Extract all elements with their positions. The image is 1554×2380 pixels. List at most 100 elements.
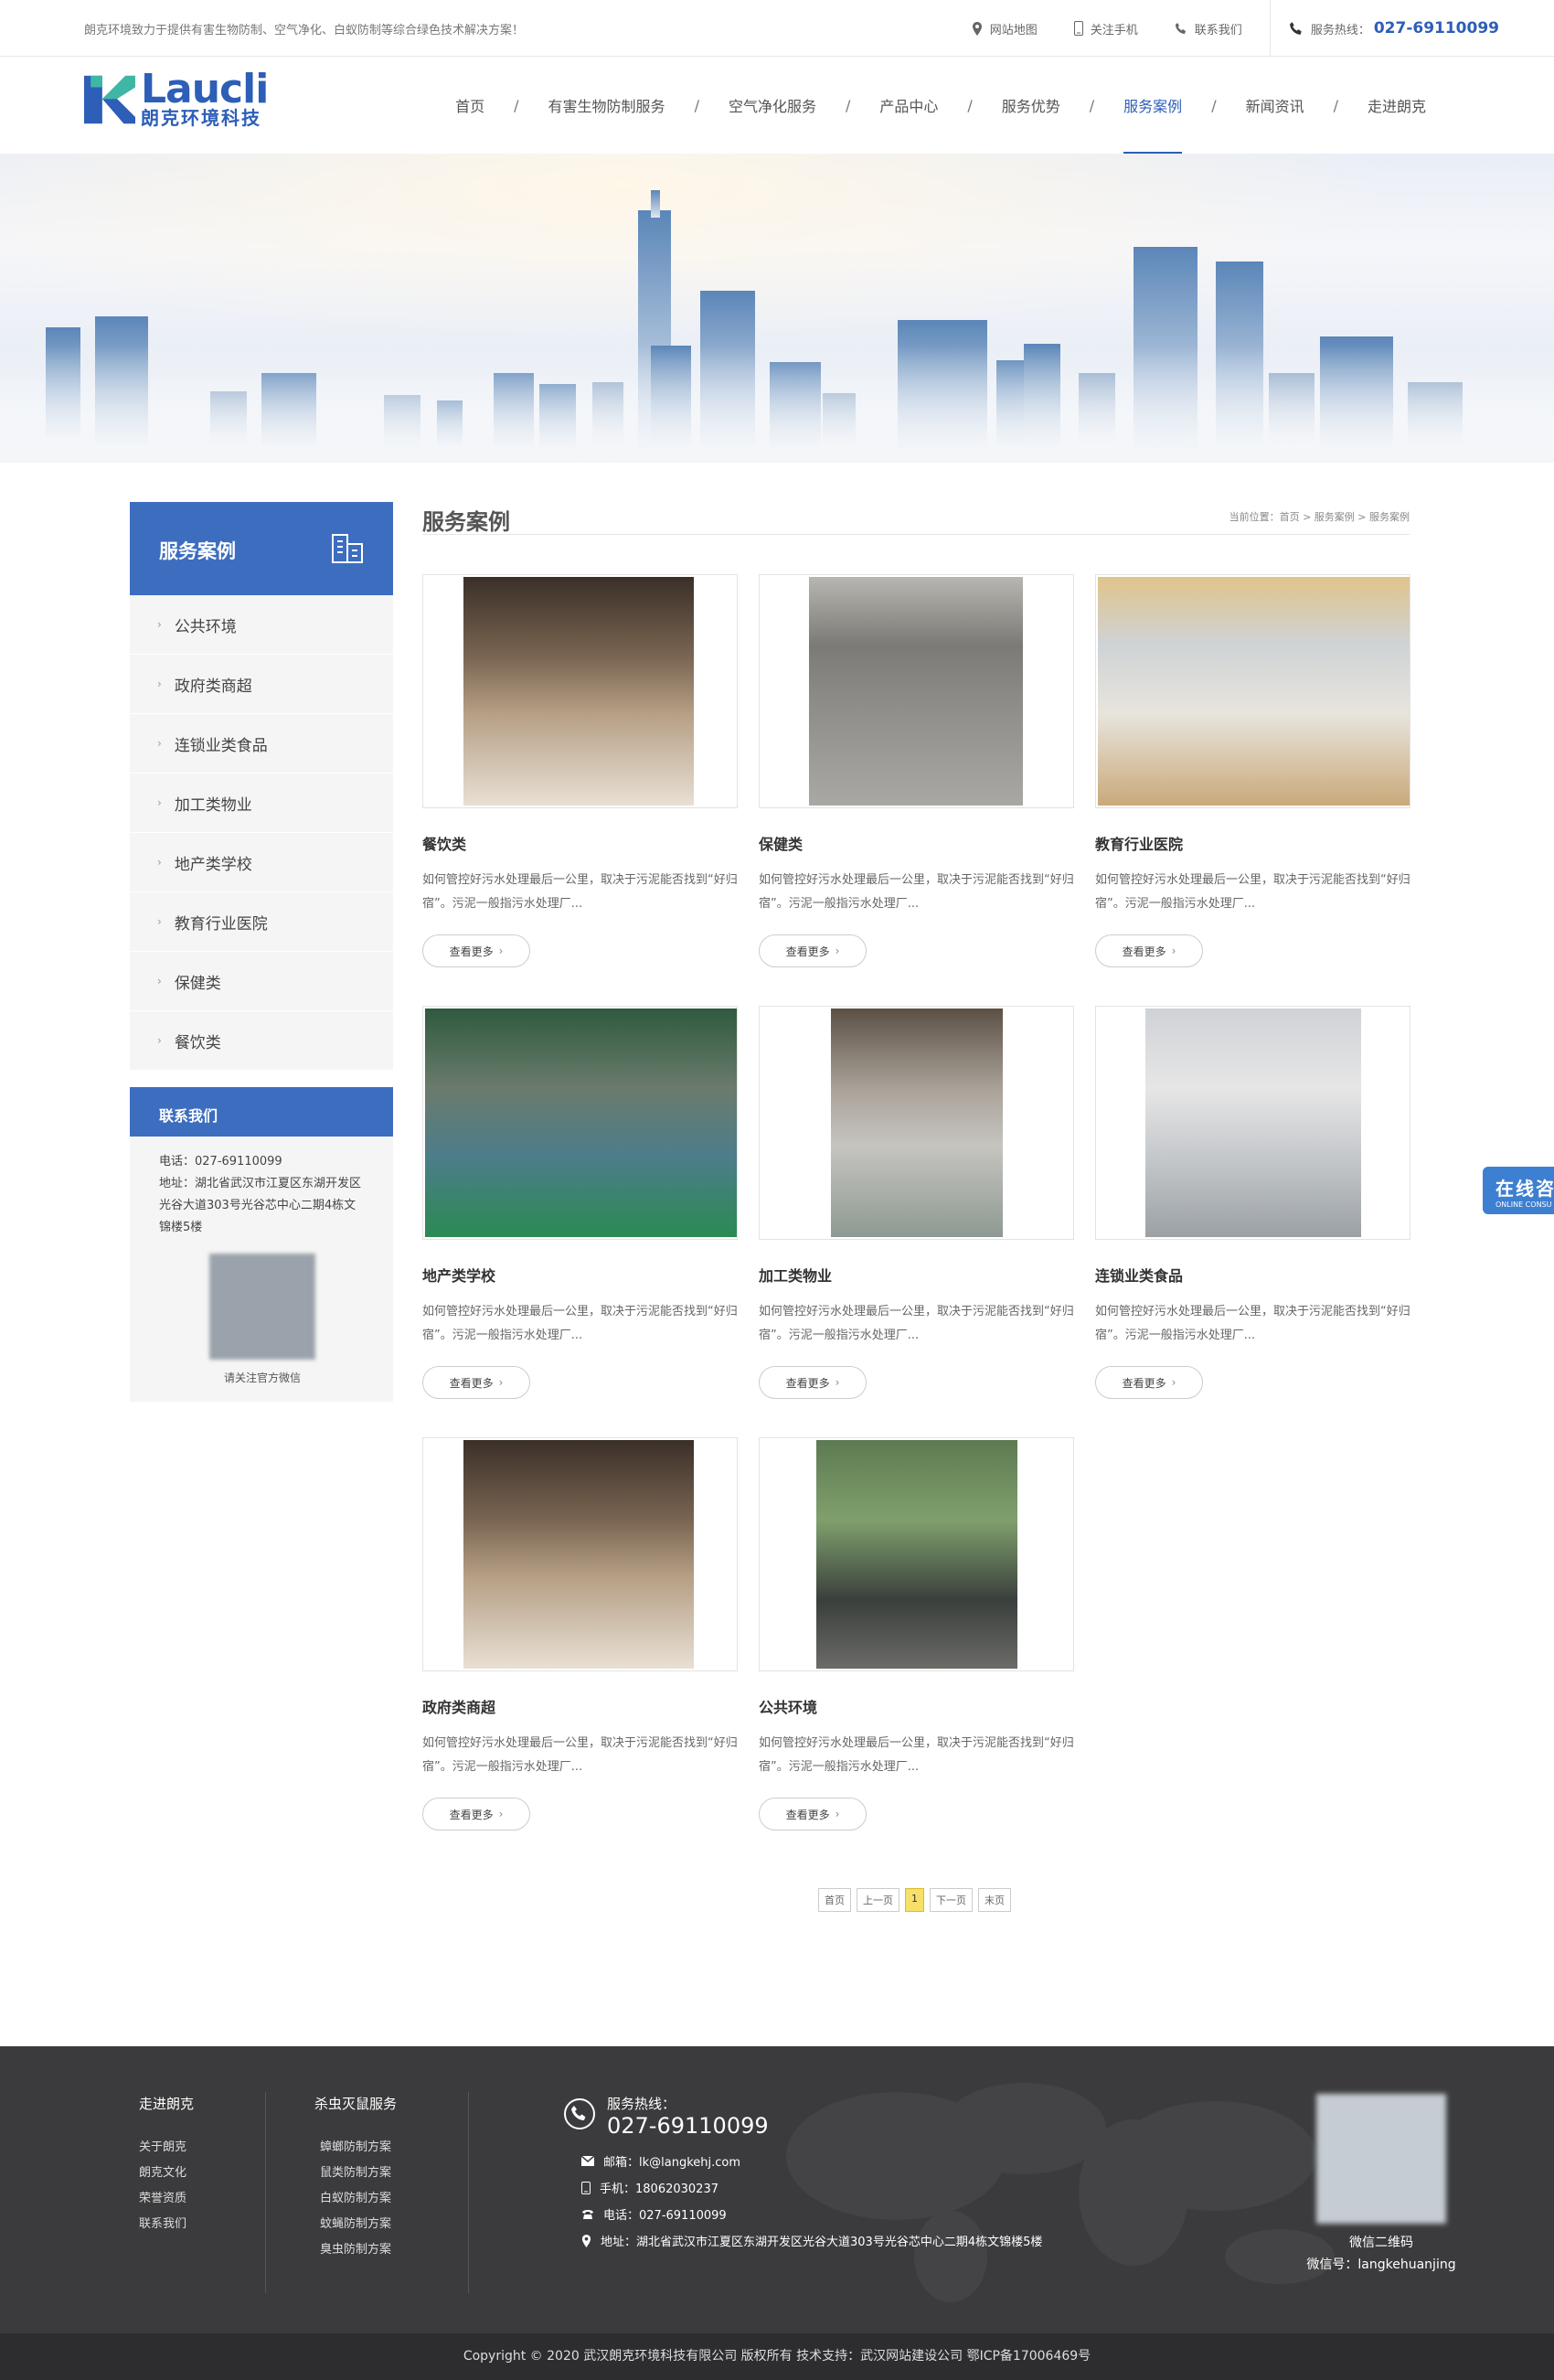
top-bar: 朗克环境致力于提供有害生物防制、空气净化、白蚁防制等综合绿色技术解决方案！ 网站… bbox=[0, 0, 1554, 57]
case-card[interactable]: 保健类 如何管控好污水处理最后一公里，取决于污泥能否找到“好归宿”。污泥一般指污水… bbox=[759, 574, 1074, 967]
view-more-button[interactable]: 查看更多 › bbox=[1095, 1366, 1203, 1399]
view-more-button[interactable]: 查看更多 › bbox=[422, 934, 530, 967]
case-image[interactable] bbox=[759, 1437, 1074, 1671]
case-image[interactable] bbox=[759, 574, 1074, 808]
nav-air-purification[interactable]: 空气净化服务 bbox=[729, 57, 816, 154]
case-card[interactable]: 教育行业医院如何管控好污水处理最后一公里，取决于污泥能否找到“好归宿”。污泥一般… bbox=[1095, 574, 1410, 967]
nav-home[interactable]: 首页 bbox=[455, 57, 484, 154]
footer-link[interactable]: 联系我们 bbox=[139, 2212, 194, 2237]
footer-col-pest: 杀虫灭鼠服务 蟑螂防制方案 鼠类防制方案 白蚁防制方案 蚊蝇防制方案 臭虫防制方… bbox=[314, 2094, 397, 2263]
phone-icon bbox=[581, 2181, 591, 2194]
view-more-button[interactable]: 查看更多 › bbox=[422, 1366, 530, 1399]
sidebar-item-school[interactable]: › 地产类学校 bbox=[130, 833, 393, 892]
case-card[interactable]: 加工类物业 如何管控好污水处理最后一公里，取决于污泥能否找到“好归宿”。污泥一般指… bbox=[759, 1006, 1074, 1399]
chevron-right-icon: › bbox=[498, 1808, 504, 1820]
footer-col-title: 走进朗克 bbox=[139, 2096, 195, 2112]
view-more-label: 查看更多 bbox=[785, 1376, 830, 1390]
logo[interactable]: Laucli 朗克环境科技 bbox=[84, 69, 269, 128]
case-image[interactable] bbox=[422, 574, 738, 808]
view-more-button[interactable]: 查看更多 › bbox=[759, 934, 867, 967]
telephone-icon bbox=[582, 2209, 593, 2219]
case-title[interactable]: 教育行业医院 bbox=[1095, 832, 1183, 854]
chevron-right-icon: › bbox=[157, 618, 162, 631]
sidebar-item-health[interactable]: › 保健类 bbox=[130, 952, 393, 1011]
footer-link[interactable]: 白蚁防制方案 bbox=[314, 2186, 397, 2212]
sidebar-item-processing[interactable]: › 加工类物业 bbox=[130, 774, 393, 833]
case-title[interactable]: 加工类物业 bbox=[759, 1264, 832, 1286]
footer-qr-caption: 微信二维码 bbox=[1349, 2236, 1413, 2250]
chevron-right-icon: › bbox=[498, 1376, 504, 1389]
city-skyline-image bbox=[0, 154, 1554, 463]
nav-cases[interactable]: 服务案例 bbox=[1123, 57, 1183, 154]
case-image[interactable] bbox=[1095, 1006, 1410, 1240]
slogan: 朗克环境致力于提供有害生物防制、空气净化、白蚁防制等综合绿色技术解决方案！ bbox=[84, 24, 525, 37]
case-image[interactable] bbox=[1095, 574, 1410, 808]
divider bbox=[265, 2092, 266, 2293]
mobile-link[interactable]: 关注手机 bbox=[1073, 20, 1138, 37]
chevron-right-icon: › bbox=[157, 796, 162, 809]
sitemap-link[interactable]: 网站地图 bbox=[972, 20, 1038, 37]
sidebar-item-hospital[interactable]: › 教育行业医院 bbox=[130, 892, 393, 952]
view-more-button[interactable]: 查看更多 › bbox=[759, 1366, 867, 1399]
footer-hotline-number: 027-69110099 bbox=[607, 2113, 769, 2139]
case-title[interactable]: 保健类 bbox=[759, 832, 803, 854]
sidebar-item-government[interactable]: › 政府类商超 bbox=[130, 655, 393, 714]
case-title[interactable]: 地产类学校 bbox=[422, 1264, 495, 1286]
case-card[interactable]: 连锁业类食品 如何管控好污水处理最后一公里，取决于污泥能否找到“好归宿”。污泥一般… bbox=[1095, 1006, 1410, 1399]
case-image[interactable] bbox=[422, 1437, 738, 1671]
page-current[interactable]: 1 bbox=[905, 1888, 924, 1912]
nav-news[interactable]: 新闻资讯 bbox=[1246, 57, 1304, 154]
page-last[interactable]: 末页 bbox=[978, 1888, 1011, 1912]
view-more-button[interactable]: 查看更多 › bbox=[1095, 934, 1203, 967]
case-image[interactable] bbox=[422, 1006, 738, 1240]
page-title: 服务案例 bbox=[422, 509, 510, 535]
nav-advantages[interactable]: 服务优势 bbox=[1002, 57, 1060, 154]
case-title[interactable]: 公共环境 bbox=[759, 1695, 817, 1717]
nav-pest-control[interactable]: 有害生物防制服务 bbox=[548, 57, 665, 154]
sidebar-item-catering[interactable]: › 餐饮类 bbox=[130, 1011, 393, 1071]
footer-link[interactable]: 朗克文化 bbox=[139, 2161, 194, 2186]
contact-link[interactable]: 联系我们 bbox=[1175, 20, 1242, 37]
footer-hotline: 服务热线： 027-69110099 bbox=[563, 2094, 769, 2139]
chevron-right-icon: › bbox=[157, 678, 162, 690]
chevron-right-icon: › bbox=[1171, 1376, 1176, 1389]
case-description: 如何管控好污水处理最后一公里，取决于污泥能否找到“好归宿”。污泥一般指污水处理厂… bbox=[1095, 873, 1410, 911]
logo-mark-icon bbox=[84, 75, 135, 124]
page-next[interactable]: 下一页 bbox=[930, 1888, 973, 1912]
case-photo bbox=[831, 1009, 1003, 1237]
footer-link[interactable]: 臭虫防制方案 bbox=[314, 2237, 397, 2263]
case-card[interactable]: 餐饮类如何管控好污水处理最后一公里，取决于污泥能否找到“好归宿”。污泥一般指污水… bbox=[422, 574, 738, 967]
nav-about[interactable]: 走进朗克 bbox=[1368, 57, 1426, 154]
case-card[interactable]: 公共环境如何管控好污水处理最后一公里，取决于污泥能否找到“好归宿”。污泥一般指污… bbox=[759, 1437, 1074, 1830]
footer-link[interactable]: 蟑螂防制方案 bbox=[314, 2135, 397, 2161]
footer-link[interactable]: 蚊蝇防制方案 bbox=[314, 2212, 397, 2237]
case-title[interactable]: 连锁业类食品 bbox=[1095, 1264, 1183, 1286]
sidebar-item-public[interactable]: › 公共环境 bbox=[130, 595, 393, 655]
top-links: 网站地图 关注手机 联系我们 服务热线： 027-69110099 bbox=[935, 0, 1499, 57]
sidebar-item-chain-food[interactable]: › 连锁业类食品 bbox=[130, 714, 393, 774]
footer-mobile: 手机：18062030237 bbox=[581, 2179, 718, 2196]
hero-banner bbox=[0, 154, 1554, 463]
case-image[interactable] bbox=[759, 1006, 1074, 1240]
title-row: 服务案例 当前位置：首页 > 服务案例 > 服务案例 bbox=[422, 502, 1410, 535]
online-consult-button[interactable]: 在线咨 ONLINE CONSU bbox=[1483, 1167, 1554, 1214]
case-description: 如何管控好污水处理最后一公里，取决于污泥能否找到“好归宿”。污泥一般指污水处理厂… bbox=[422, 1736, 738, 1774]
view-more-button[interactable]: 查看更多 › bbox=[422, 1798, 530, 1830]
footer-link[interactable]: 关于朗克 bbox=[139, 2135, 194, 2161]
footer-link[interactable]: 鼠类防制方案 bbox=[314, 2161, 397, 2186]
case-card[interactable]: 地产类学校 如何管控好污水处理最后一公里，取决于污泥能否找到“好归宿”。污泥一般指… bbox=[422, 1006, 738, 1399]
footer-link[interactable]: 荣誉资质 bbox=[139, 2186, 194, 2212]
page-prev[interactable]: 上一页 bbox=[857, 1888, 899, 1912]
view-more-label: 查看更多 bbox=[785, 945, 830, 958]
case-title[interactable]: 餐饮类 bbox=[422, 832, 466, 854]
view-more-button[interactable]: 查看更多 › bbox=[759, 1798, 867, 1830]
page-first[interactable]: 首页 bbox=[818, 1888, 851, 1912]
case-description: 如何管控好污水处理最后一公里，取决于污泥能否找到“好归宿”。污泥一般指污水处理厂… bbox=[422, 873, 738, 911]
case-title[interactable]: 政府类商超 bbox=[422, 1695, 495, 1717]
hotline-number: 027-69110099 bbox=[1373, 19, 1499, 37]
case-card[interactable]: 政府类商超如何管控好污水处理最后一公里，取决于污泥能否找到“好归宿”。污泥一般指… bbox=[422, 1437, 738, 1830]
nav-products[interactable]: 产品中心 bbox=[879, 57, 938, 154]
view-more-label: 查看更多 bbox=[449, 1808, 494, 1821]
case-description: 如何管控好污水处理最后一公里，取决于污泥能否找到“好归宿”。污泥一般指污水处理厂… bbox=[759, 1736, 1074, 1774]
footer-col-about: 走进朗克 关于朗克 朗克文化 荣誉资质 联系我们 bbox=[139, 2094, 194, 2237]
